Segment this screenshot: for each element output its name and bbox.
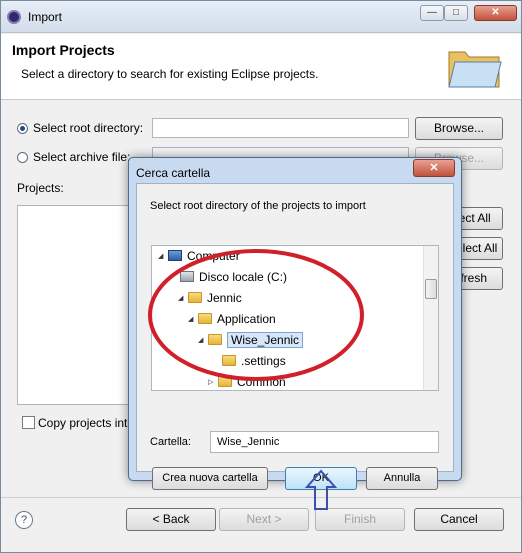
folder-icon [448, 51, 502, 88]
annotation-oval [148, 249, 364, 381]
back-button[interactable]: < Back [126, 508, 216, 531]
footer-separator [1, 497, 521, 498]
dialog-title: Cerca cartella [136, 166, 211, 180]
page-title: Import Projects [12, 42, 115, 58]
window-title: Import [28, 10, 63, 24]
root-browse-button[interactable]: Browse... [415, 117, 503, 140]
wizard-header: Import Projects Select a directory to se… [1, 34, 521, 100]
help-icon[interactable]: ? [15, 511, 33, 529]
root-directory-label: Select root directory: [33, 121, 144, 135]
copy-projects-checkbox[interactable] [22, 416, 35, 429]
projects-label: Projects: [17, 181, 64, 195]
page-description: Select a directory to search for existin… [21, 67, 319, 81]
minimize-button[interactable]: — [420, 5, 444, 21]
next-button[interactable]: Next > [219, 508, 309, 531]
root-directory-input[interactable] [152, 118, 409, 138]
folder-input[interactable]: Wise_Jennic [210, 431, 439, 453]
cancel-dialog-button[interactable]: Annulla [366, 467, 438, 490]
folder-label: Cartella: [150, 436, 191, 448]
close-button[interactable]: ✕ [474, 5, 517, 21]
new-folder-button[interactable]: Crea nuova cartella [152, 467, 268, 490]
maximize-button[interactable]: □ [444, 5, 468, 21]
archive-file-radio[interactable] [17, 152, 28, 163]
eclipse-icon [7, 10, 21, 24]
archive-file-label: Select archive file: [33, 150, 131, 164]
annotation-arrow-icon [304, 469, 338, 510]
scrollbar-thumb[interactable] [425, 279, 437, 299]
dialog-close-button[interactable]: ✕ [413, 159, 455, 177]
cancel-button[interactable]: Cancel [414, 508, 504, 531]
root-directory-radio[interactable] [17, 123, 28, 134]
dialog-instruction: Select root directory of the projects to… [150, 200, 366, 212]
title-bar: Import — □ ✕ [1, 1, 521, 33]
tree-scrollbar[interactable] [423, 246, 438, 390]
finish-button[interactable]: Finish [315, 508, 405, 531]
